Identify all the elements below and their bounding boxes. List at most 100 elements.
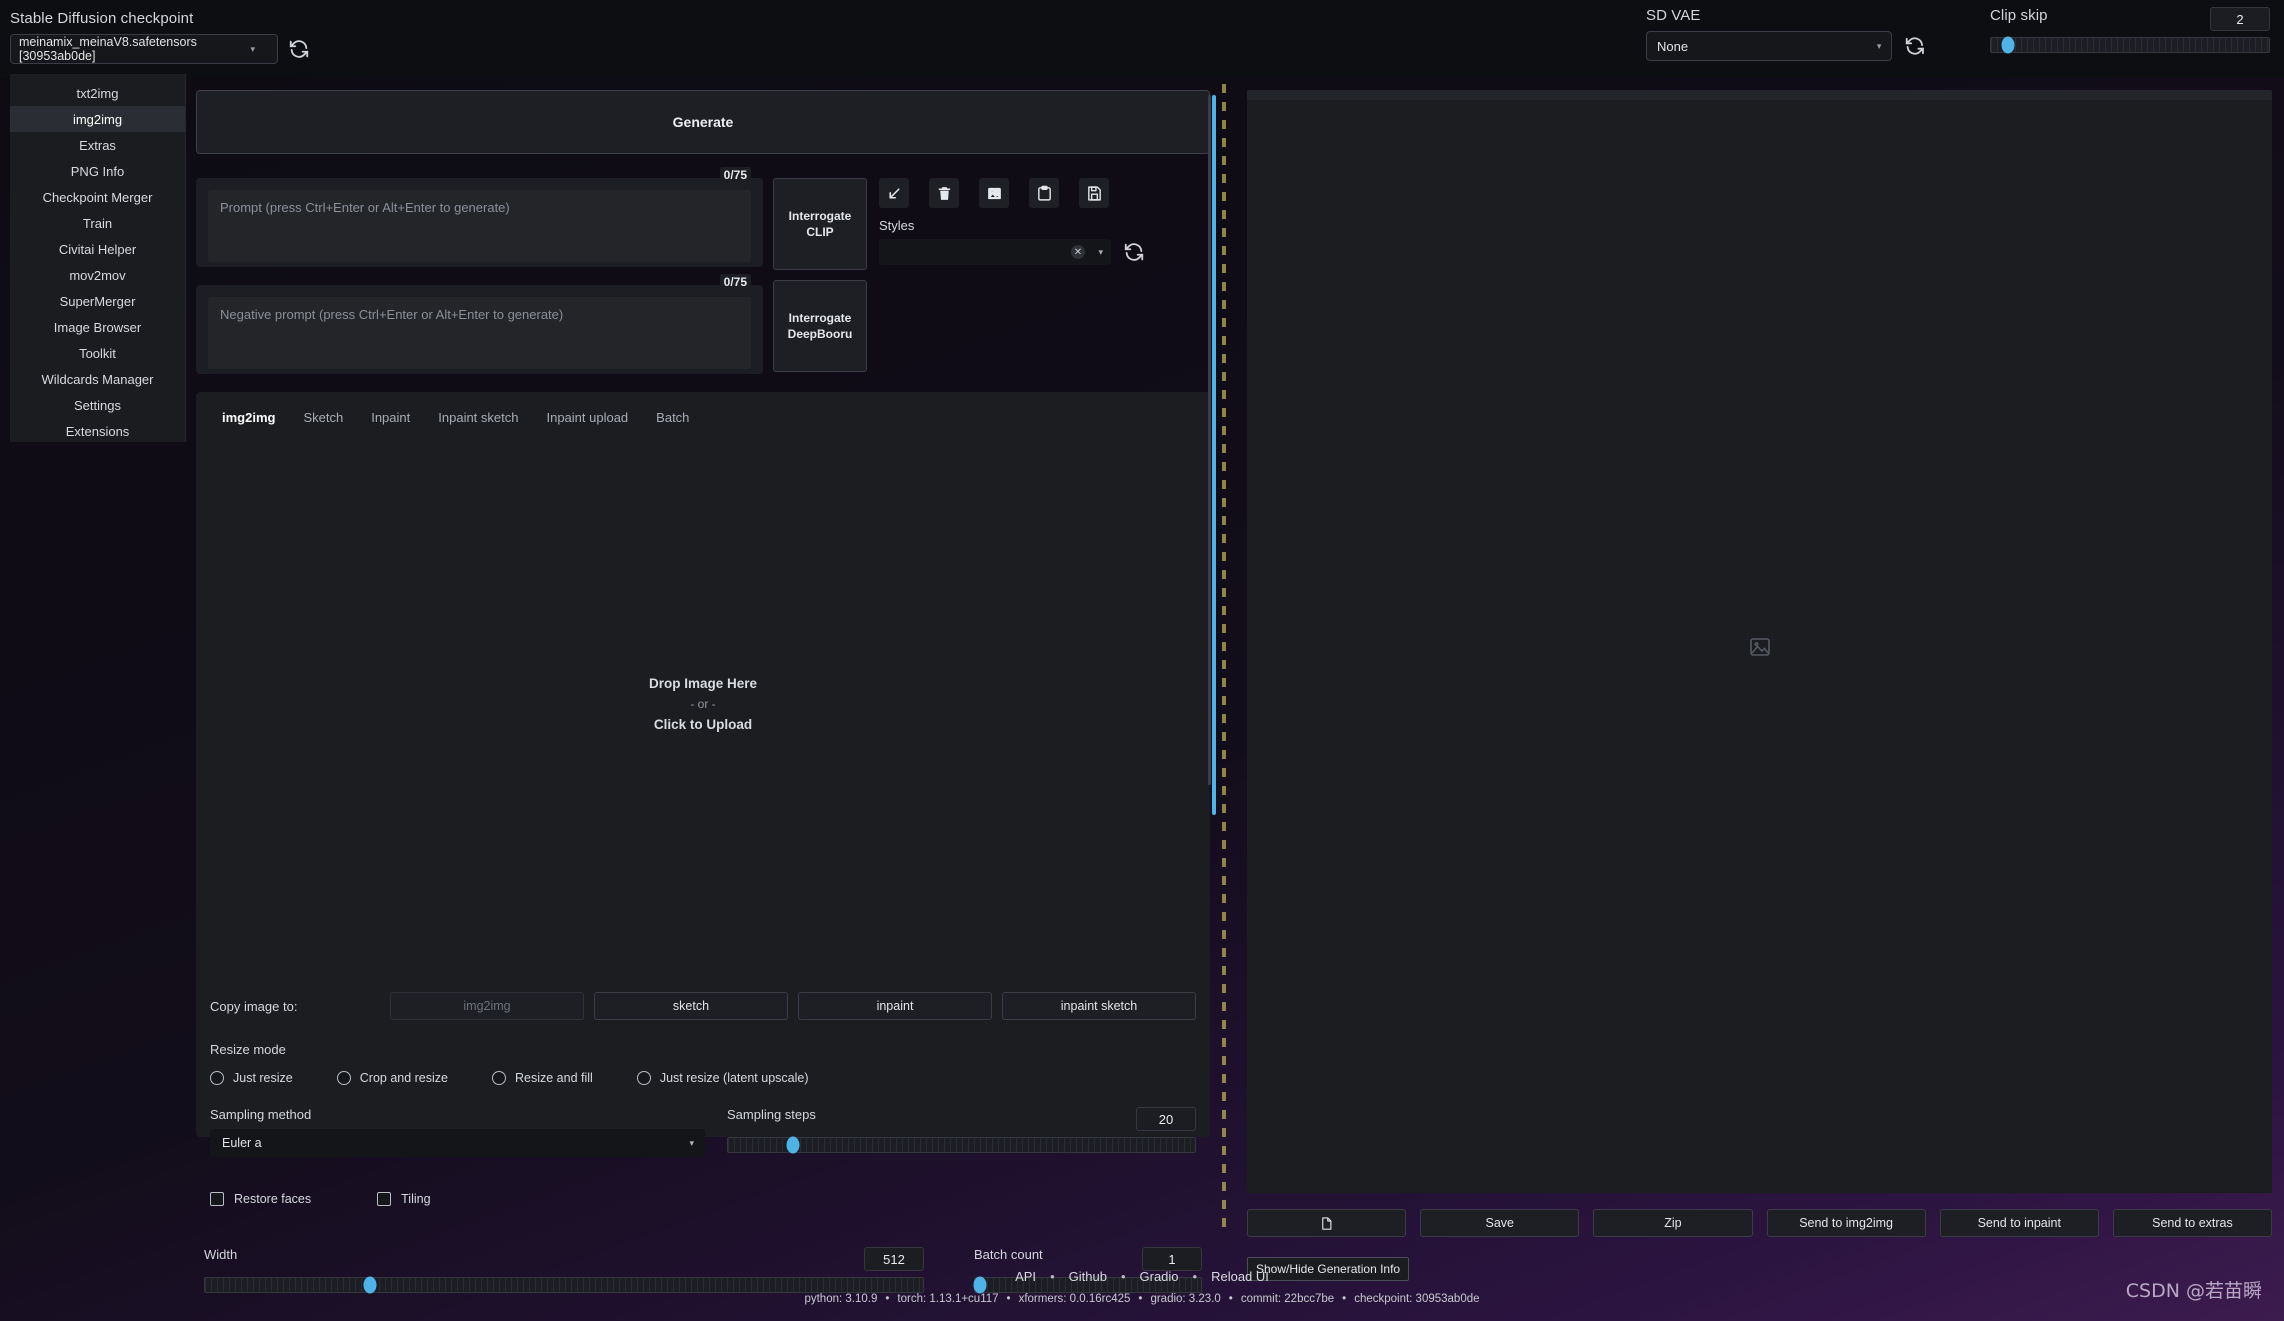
- resize-handle[interactable]: [1222, 84, 1226, 1229]
- footer-version-item: torch: 1.13.1+cu117: [897, 1293, 999, 1305]
- send-to-extras-button[interactable]: Send to extras: [2112, 1209, 2273, 1237]
- copy-image-to-inpaint-sketch[interactable]: inpaint sketch: [1002, 992, 1196, 1020]
- radio-dot[interactable]: [492, 1071, 506, 1085]
- sidebar-item-label: txt2img: [76, 85, 119, 101]
- sampling-steps-slider-knob[interactable]: [786, 1136, 800, 1154]
- sampling-method-select[interactable]: Euler a ▾: [210, 1129, 705, 1157]
- sd-vae-refresh-icon[interactable]: [1904, 35, 1926, 57]
- interrogate-clip-button[interactable]: Interrogate CLIP: [773, 178, 867, 270]
- sidebar-item-extras[interactable]: Extras: [10, 132, 185, 158]
- sidebar-item-label: Toolkit: [79, 345, 116, 361]
- styles-refresh-icon[interactable]: [1123, 241, 1145, 263]
- sampling-method-value: Euler a: [222, 1136, 262, 1150]
- copy-image-to-inpaint[interactable]: inpaint: [798, 992, 992, 1020]
- checkbox-box[interactable]: [377, 1192, 392, 1206]
- tab-inpaint-sketch[interactable]: Inpaint sketch: [424, 404, 532, 431]
- tab-inpaint-upload[interactable]: Inpaint upload: [532, 404, 642, 431]
- sidebar-item-toolkit[interactable]: Toolkit: [10, 340, 185, 366]
- tiling-label: Tiling: [401, 1192, 431, 1206]
- negative-prompt-input[interactable]: [208, 297, 751, 369]
- sidebar-item-png-info[interactable]: PNG Info: [10, 158, 185, 184]
- footer-link-api[interactable]: API: [1015, 1269, 1036, 1284]
- checkbox-box[interactable]: [210, 1192, 224, 1206]
- tab-inpaint[interactable]: Inpaint: [357, 404, 424, 431]
- footer-link-reload-ui[interactable]: Reload UI: [1211, 1269, 1269, 1284]
- sidebar-item-checkpoint-merger[interactable]: Checkpoint Merger: [10, 184, 185, 210]
- send-to-inpaint-button[interactable]: Send to inpaint: [1939, 1209, 2099, 1237]
- sidebar-item-mov2mov[interactable]: mov2mov: [10, 262, 185, 288]
- sampling-steps-value[interactable]: 20: [1136, 1107, 1196, 1131]
- radio-dot[interactable]: [636, 1071, 651, 1085]
- sidebar-item-label: Extensions: [65, 423, 130, 439]
- tab-batch[interactable]: Batch: [642, 404, 703, 431]
- resize-mode-just-resize[interactable]: Just resize: [210, 1071, 293, 1085]
- radio-dot[interactable]: [210, 1071, 224, 1085]
- prompt-container: 0/75: [196, 167, 763, 267]
- sidebar-item-img2img[interactable]: img2img: [10, 106, 185, 132]
- clip-skip-slider-knob[interactable]: [2001, 36, 2015, 54]
- checkpoint-value: meinamix_meinaV8.safetensors [30953ab0de…: [19, 35, 197, 63]
- checkpoint-select[interactable]: meinamix_meinaV8.safetensors [30953ab0de…: [10, 34, 278, 64]
- radio-dot[interactable]: [336, 1071, 351, 1085]
- prompt-token-counter: 0/75: [719, 167, 751, 183]
- sidebar-item-wildcards-manager[interactable]: Wildcards Manager: [10, 366, 185, 392]
- sampling-steps-slider[interactable]: [727, 1136, 1196, 1154]
- restore-progress-icon[interactable]: [879, 178, 909, 208]
- sidebar-item-image-browser[interactable]: Image Browser: [10, 314, 185, 340]
- clip-skip-group: Clip skip 2: [1990, 7, 2270, 54]
- restore-faces-checkbox[interactable]: Restore faces: [210, 1192, 311, 1206]
- footer-link-gradio[interactable]: Gradio: [1140, 1269, 1179, 1284]
- batch-count-value[interactable]: 1: [1142, 1247, 1202, 1271]
- clip-skip-value[interactable]: 2: [2210, 7, 2270, 31]
- save-button[interactable]: Save: [1420, 1209, 1580, 1237]
- sidebar-item-txt2img[interactable]: txt2img: [10, 80, 185, 106]
- tab-img2img[interactable]: img2img: [208, 404, 289, 431]
- clip-skip-slider[interactable]: [1990, 36, 2270, 54]
- close-icon[interactable]: ✕: [1071, 245, 1085, 259]
- resize-mode-crop-and-resize[interactable]: Crop and resize: [336, 1071, 448, 1085]
- interrogate-deepbooru-button[interactable]: Interrogate DeepBooru: [773, 280, 867, 372]
- open-folder-button[interactable]: [1247, 1209, 1407, 1237]
- panel-scrollbar-thumb[interactable]: [1212, 95, 1216, 815]
- send-to-img2img-button[interactable]: Send to img2img: [1766, 1209, 1926, 1237]
- dropzone-upload-text[interactable]: Click to Upload: [654, 717, 752, 732]
- width-value[interactable]: 512: [864, 1247, 924, 1271]
- negative-prompt-container: 0/75: [196, 274, 763, 374]
- copy-image-to-sketch[interactable]: sketch: [594, 992, 788, 1020]
- copy-image-to-label: Copy image to:: [210, 998, 298, 1014]
- resize-mode-resize-and-fill[interactable]: Resize and fill: [492, 1071, 593, 1085]
- gallery-header: [1247, 90, 2272, 100]
- sampling-method-group: Sampling method Euler a ▾: [210, 1107, 705, 1157]
- resize-mode-just-resize-latent-upscale-[interactable]: Just resize (latent upscale): [636, 1071, 809, 1085]
- dropzone-main-text: Drop Image Here: [648, 676, 758, 691]
- img2img-tabs: img2img Sketch Inpaint Inpaint sketch Inpain…: [196, 392, 1210, 431]
- generate-button[interactable]: Generate: [196, 90, 1210, 154]
- tiling-checkbox[interactable]: Tiling: [377, 1192, 431, 1206]
- styles-select[interactable]: ✕ ▾: [879, 239, 1111, 265]
- show-extra-networks-icon[interactable]: [979, 178, 1009, 208]
- sd-vae-select[interactable]: None ▾: [1646, 31, 1893, 61]
- clear-prompt-icon[interactable]: [929, 178, 959, 208]
- footer-version-item: commit: 22bcc7be: [1240, 1293, 1335, 1305]
- zip-button[interactable]: Zip: [1593, 1209, 1753, 1237]
- footer-link-github[interactable]: Github: [1069, 1269, 1107, 1284]
- sd-vae-label: SD VAE: [1646, 7, 1701, 24]
- checkpoint-refresh-icon[interactable]: [288, 38, 310, 60]
- save-style-icon[interactable]: [1079, 178, 1109, 208]
- sidebar-item-supermerger[interactable]: SuperMerger: [10, 288, 185, 314]
- output-button-row: Save Zip Send to img2img Send to inpaint Sen…: [1247, 1209, 2273, 1237]
- checkpoint-label: Stable Diffusion checkpoint: [10, 10, 194, 27]
- sidebar-item-settings[interactable]: Settings: [10, 392, 185, 418]
- sidebar-item-train[interactable]: Train: [10, 210, 185, 236]
- sidebar-item-civitai-helper[interactable]: Civitai Helper: [10, 236, 185, 262]
- img2img-tab-panel: img2img Sketch Inpaint Inpaint sketch Inpain…: [196, 392, 1210, 1294]
- paste-icon[interactable]: [1029, 178, 1059, 208]
- sidebar-item-extensions[interactable]: Extensions: [10, 418, 185, 444]
- tab-sketch[interactable]: Sketch: [289, 404, 357, 431]
- panel-scrollbar-track[interactable]: [1208, 95, 1211, 785]
- prompt-input[interactable]: [208, 190, 751, 262]
- image-dropzone[interactable]: Drop Image Here - or - Click to Upload: [196, 436, 1210, 972]
- output-gallery[interactable]: [1247, 100, 2272, 1193]
- sampling-section: Sampling method Euler a ▾ Sampling steps…: [210, 1107, 1196, 1157]
- chevron-down-icon: ▾: [1876, 40, 1882, 51]
